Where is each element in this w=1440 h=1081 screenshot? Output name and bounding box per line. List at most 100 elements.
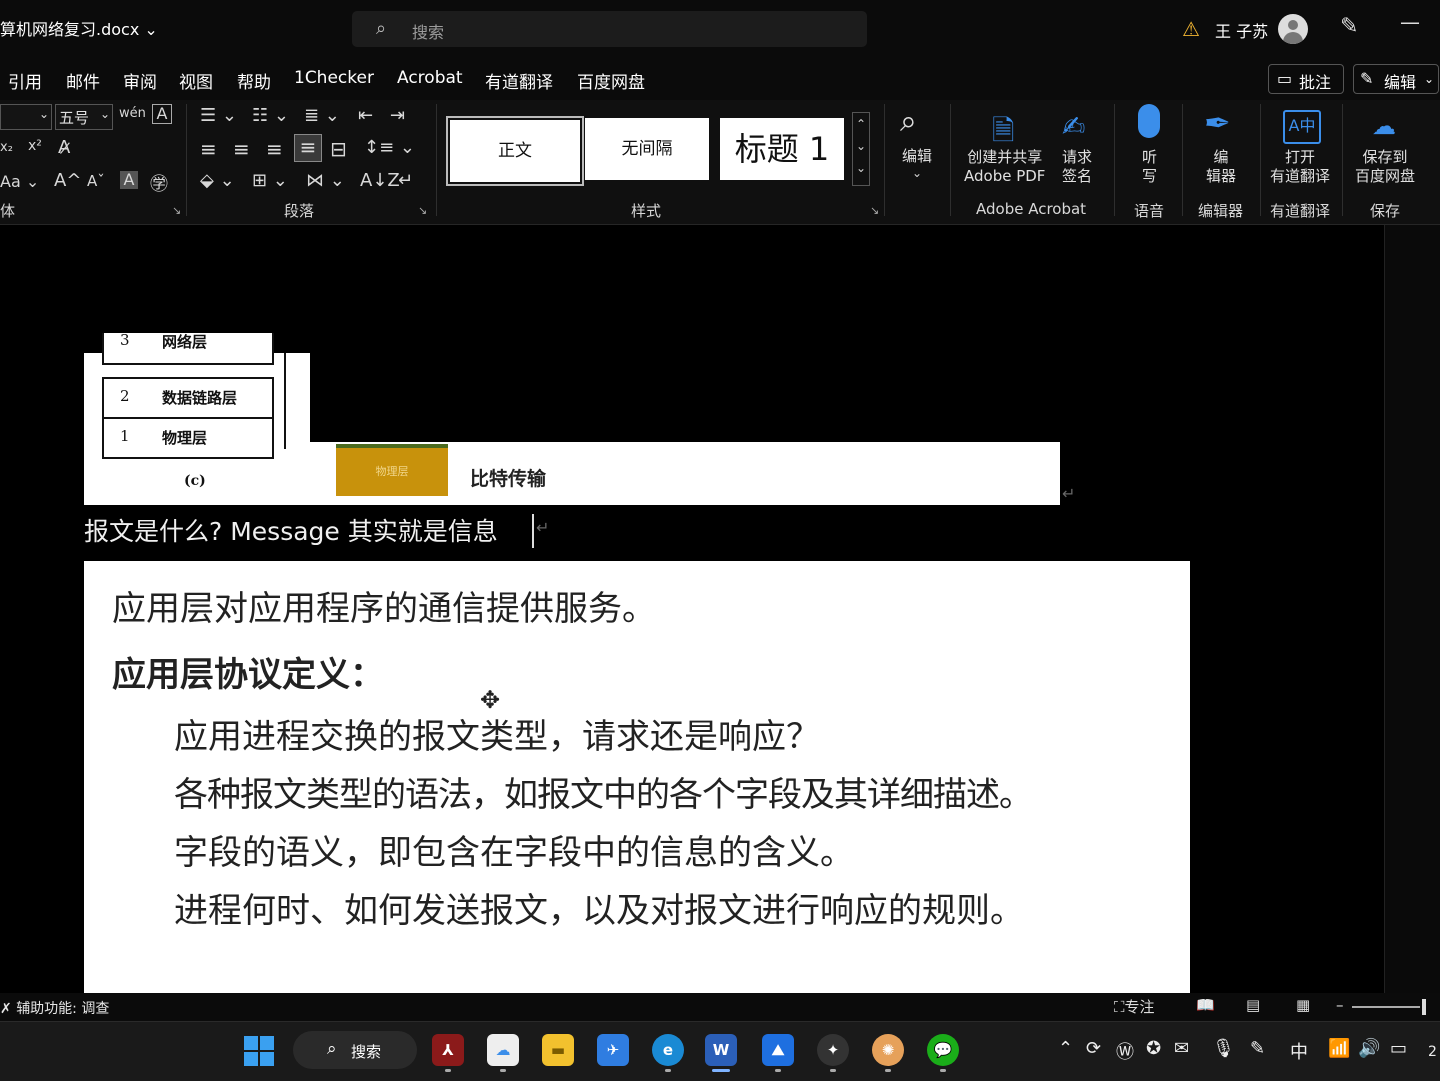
tray-app-icon[interactable]: Ⓦ	[1116, 1038, 1134, 1064]
character-border-icon[interactable]: A	[152, 104, 172, 124]
chevron-up-icon[interactable]: ⌃	[1058, 1038, 1073, 1059]
focus-mode-button[interactable]: ⛶专注	[1114, 996, 1155, 1017]
zoom-out-button[interactable]: –	[1336, 996, 1344, 1014]
asian-layout-icon[interactable]: ⋈ ⌄	[306, 170, 345, 191]
styles-scroll[interactable]: ⌃ ⌄ ⌄	[852, 112, 870, 186]
line-spacing-icon[interactable]: ↕≡ ⌄	[364, 137, 415, 158]
bullets-icon[interactable]: ☰ ⌄	[200, 105, 237, 126]
tab-baidu-netdisk[interactable]: 百度网盘	[577, 68, 645, 93]
align-right-icon[interactable]: ≡	[266, 137, 283, 161]
clock[interactable]: 2	[1428, 1044, 1437, 1060]
ime-indicator[interactable]: 中	[1290, 1038, 1308, 1064]
request-signature-button[interactable]: 请求 签名	[1062, 148, 1092, 186]
feishu-app-icon[interactable]: ✈	[597, 1034, 629, 1066]
wechat-tray-icon[interactable]: ✉	[1174, 1038, 1189, 1059]
user-name[interactable]: 王 子苏	[1215, 18, 1268, 42]
font-dialog-launcher[interactable]: ↘	[172, 204, 181, 217]
read-mode-icon[interactable]: 📖	[1196, 996, 1215, 1014]
style-normal[interactable]: 正文	[446, 116, 584, 186]
style-no-spacing[interactable]: 无间隔	[585, 118, 709, 180]
color-picker-app-icon[interactable]: ✺	[872, 1034, 904, 1066]
grow-font-icon[interactable]: A^	[54, 170, 81, 191]
tab-help[interactable]: 帮助	[237, 68, 271, 93]
pen-tray-icon[interactable]: ✎	[1250, 1038, 1265, 1059]
photos-app-icon[interactable]: ⛰	[762, 1034, 794, 1066]
shrink-font-icon[interactable]: Aˇ	[87, 172, 105, 190]
character-shading-icon[interactable]: A	[120, 171, 138, 189]
sort-icon[interactable]: A↓Z	[360, 170, 400, 191]
font-name-dropdown[interactable]: ⌄	[0, 104, 52, 130]
align-left-icon[interactable]: ≡	[200, 137, 217, 161]
acrobat-app-icon[interactable]: ⅄	[432, 1034, 464, 1066]
paragraph-dialog-launcher[interactable]: ↘	[418, 204, 427, 217]
save-to-baidu-button[interactable]: 保存到 百度网盘	[1355, 148, 1415, 186]
vertical-scrollbar[interactable]	[1384, 225, 1440, 993]
battery-icon[interactable]: ▭	[1390, 1038, 1407, 1059]
editing-mode-button[interactable]: ✎ 编辑 ⌄	[1353, 64, 1439, 94]
sync-icon[interactable]: ⟳	[1086, 1038, 1101, 1059]
chevron-down-icon[interactable]: ⌄	[144, 20, 157, 39]
accessibility-status[interactable]: ✗ 辅助功能: 调查	[0, 998, 109, 1018]
warning-icon[interactable]: ⚠	[1182, 17, 1200, 41]
editor-button[interactable]: 编 辑器	[1206, 148, 1236, 186]
find-icon[interactable]: ⌕	[900, 104, 917, 139]
volume-icon[interactable]: 🔊	[1358, 1038, 1380, 1059]
decrease-indent-icon[interactable]: ⇤	[358, 105, 373, 126]
superscript-icon[interactable]: x²	[28, 138, 42, 154]
justify-icon[interactable]: ≡	[294, 134, 322, 162]
tab-youdao[interactable]: 有道翻译	[485, 68, 553, 93]
taskbar-search[interactable]: ⌕ 搜索	[293, 1031, 417, 1069]
enclose-characters-icon[interactable]: ㊫	[150, 170, 168, 196]
create-share-pdf-button[interactable]: 创建并共享 Adobe PDF	[964, 148, 1045, 186]
baidu-netdisk-app-icon[interactable]: ☁	[487, 1034, 519, 1066]
change-case-icon[interactable]: Aa ⌄	[0, 172, 39, 191]
clear-formatting-icon[interactable]: A̷	[58, 137, 70, 158]
shading-icon[interactable]: ⬙ ⌄	[200, 170, 235, 191]
tab-acrobat[interactable]: Acrobat	[397, 68, 463, 88]
file-explorer-icon[interactable]: ▬	[542, 1034, 574, 1066]
dictate-button[interactable]: 听 写	[1142, 148, 1157, 186]
pen-icon[interactable]: ✎	[1340, 14, 1358, 39]
tab-references[interactable]: 引用	[8, 68, 42, 93]
minimize-button[interactable]: —	[1400, 10, 1420, 34]
comments-button[interactable]: ▭ 批注	[1268, 64, 1344, 94]
body-text-line[interactable]: 报文是什么? Message 其实就是信息	[84, 512, 498, 548]
tab-view[interactable]: 视图	[179, 68, 213, 93]
zoom-slider[interactable]	[1352, 1006, 1420, 1008]
editing-button[interactable]: 编辑	[902, 147, 932, 166]
font-size-dropdown[interactable]: 五号 ⌄	[55, 104, 113, 130]
game-app-icon[interactable]: ✦	[817, 1034, 849, 1066]
youdao-group-label: 有道翻译	[1270, 202, 1331, 220]
numbering-icon[interactable]: ☷ ⌄	[252, 105, 289, 126]
phonetic-guide-icon[interactable]: wén	[119, 106, 146, 121]
web-layout-icon[interactable]: ▦	[1296, 996, 1310, 1014]
show-marks-icon[interactable]: ↵	[398, 170, 413, 191]
active-app-indicator	[712, 1069, 730, 1072]
tab-review[interactable]: 审阅	[123, 68, 157, 93]
windows-start-icon[interactable]	[244, 1036, 274, 1066]
wechat-app-icon[interactable]: 💬	[927, 1034, 959, 1066]
multilevel-list-icon[interactable]: ≣ ⌄	[304, 105, 340, 126]
avatar[interactable]	[1278, 14, 1308, 44]
subscript-icon[interactable]: x₂	[0, 140, 13, 155]
tab-mailings[interactable]: 邮件	[66, 68, 100, 93]
chevron-down-icon: ⌄	[1424, 72, 1435, 86]
borders-icon[interactable]: ⊞ ⌄	[252, 170, 288, 191]
print-layout-icon[interactable]: ▤	[1246, 996, 1260, 1014]
increase-indent-icon[interactable]: ⇥	[390, 105, 405, 126]
tab-1checker[interactable]: 1Checker	[294, 68, 374, 88]
open-youdao-button[interactable]: 打开 有道翻译	[1270, 148, 1330, 186]
search-box[interactable]: ⌕ 搜索	[352, 11, 867, 47]
styles-dialog-launcher[interactable]: ↘	[870, 204, 879, 217]
document-title[interactable]: 算机网络复习.docx ⌄	[0, 16, 158, 40]
microphone-tray-icon[interactable]: 🎙	[1212, 1038, 1235, 1059]
wifi-icon[interactable]: 📶	[1328, 1038, 1350, 1059]
distributed-icon[interactable]: ⊟	[330, 137, 347, 161]
zoom-slider-thumb[interactable]	[1422, 999, 1426, 1015]
qq-icon[interactable]: ✪	[1146, 1038, 1161, 1059]
word-app-icon[interactable]: W	[705, 1034, 737, 1066]
align-center-icon[interactable]: ≡	[233, 137, 250, 161]
editor-group-label: 编辑器	[1198, 202, 1244, 220]
style-heading-1[interactable]: 标题 1	[720, 118, 844, 180]
edge-browser-icon[interactable]: e	[652, 1034, 684, 1066]
